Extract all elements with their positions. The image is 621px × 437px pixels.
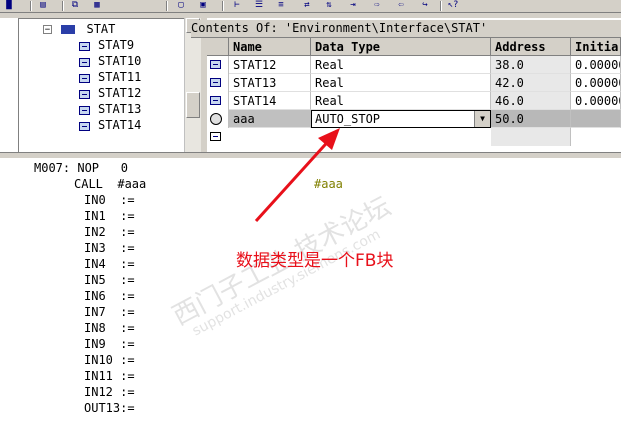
annotation-text: 数据类型是一个FB块 xyxy=(236,251,394,271)
arrow-shaft xyxy=(254,134,335,223)
annotation-arrow xyxy=(254,128,340,223)
